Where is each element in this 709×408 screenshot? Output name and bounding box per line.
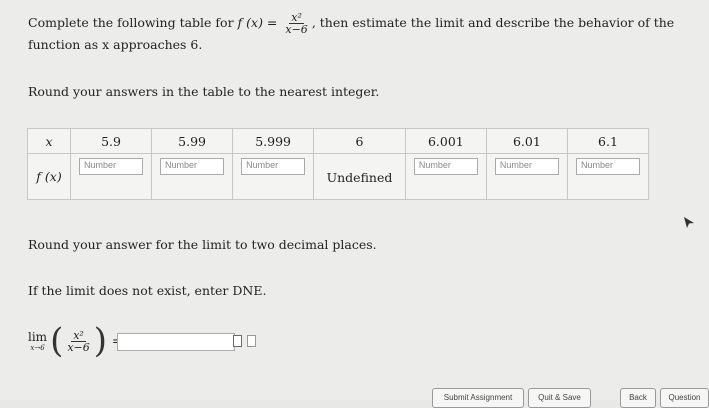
x-value-cell: 6.01	[485, 128, 568, 154]
limit-numerator: x²	[71, 328, 86, 342]
number-input[interactable]: Number	[413, 158, 478, 175]
info-icon[interactable]	[247, 335, 256, 347]
lim-text: lim	[28, 330, 48, 344]
x-header-label: x	[27, 128, 71, 154]
assignment-page: Complete the following table for f (x) =…	[0, 0, 709, 408]
values-table: x 5.9 5.99 5.999 6 6.001 6.01 6.1 f (x) …	[27, 128, 650, 200]
left-paren: (	[50, 321, 64, 361]
fx-cell: Number	[485, 153, 568, 200]
limit-answer-input[interactable]	[117, 333, 235, 351]
fx-cell: Number	[69, 153, 153, 200]
limit-fraction: x² x−6	[65, 330, 91, 353]
x-value-cell: 5.9	[69, 128, 153, 154]
x-value-cell: 6.1	[566, 128, 650, 154]
back-button[interactable]: Back	[620, 388, 656, 408]
limit-denominator: x−6	[67, 340, 90, 354]
round-table-instruction: Round your answers in the table to the n…	[28, 84, 380, 99]
fx-row: f (x) Number Number Number Undefined Num…	[27, 153, 650, 200]
lim-operator: lim x→6	[28, 330, 47, 352]
number-input[interactable]: Number	[241, 158, 306, 175]
fx-cell: Number	[232, 153, 315, 200]
dne-instruction: If the limit does not exist, enter DNE.	[28, 283, 267, 298]
fx-cell: Undefined	[313, 153, 406, 200]
fx-row-label: f (x)	[27, 153, 71, 200]
prompt-start-text: Complete the following table for	[28, 15, 234, 30]
number-input[interactable]: Number	[575, 158, 640, 175]
question-menu-button[interactable]: Question	[660, 388, 709, 408]
function-name: f (x) =	[237, 15, 278, 30]
fx-cell: Number	[566, 153, 650, 200]
number-input[interactable]: Number	[160, 158, 225, 175]
number-input[interactable]: Number	[494, 158, 559, 175]
quit-save-button[interactable]: Quit & Save	[528, 388, 591, 408]
x-value-cell: 5.99	[151, 128, 234, 154]
prompt-line-2: function as x approaches 6.	[28, 37, 203, 52]
x-value-cell: 5.999	[232, 128, 315, 154]
function-fraction: x² x−6	[283, 12, 309, 35]
question-prompt: Complete the following table for f (x) =…	[28, 12, 674, 35]
x-value-cell: 6.001	[404, 128, 487, 154]
undefined-value: Undefined	[326, 170, 393, 185]
fraction-denominator: x−6	[285, 23, 308, 36]
right-paren: )	[93, 321, 108, 361]
round-limit-instruction: Round your answer for the limit to two d…	[28, 237, 377, 252]
fx-cell: Number	[151, 153, 234, 200]
number-input[interactable]: Number	[79, 158, 144, 175]
submit-assignment-button[interactable]: Submit Assignment	[432, 388, 524, 408]
x-value-cell: 6	[313, 128, 406, 154]
fx-cell: Number	[404, 153, 487, 200]
lim-subscript: x→6	[30, 344, 45, 352]
preview-icon[interactable]	[233, 335, 242, 347]
prompt-end-text: , then estimate the limit and describe t…	[311, 15, 675, 30]
x-row: x 5.9 5.99 5.999 6 6.001 6.01 6.1	[27, 128, 650, 154]
mouse-cursor-icon	[684, 217, 694, 228]
limit-expression: lim x→6 ( x² x−6 ) =	[28, 321, 122, 361]
